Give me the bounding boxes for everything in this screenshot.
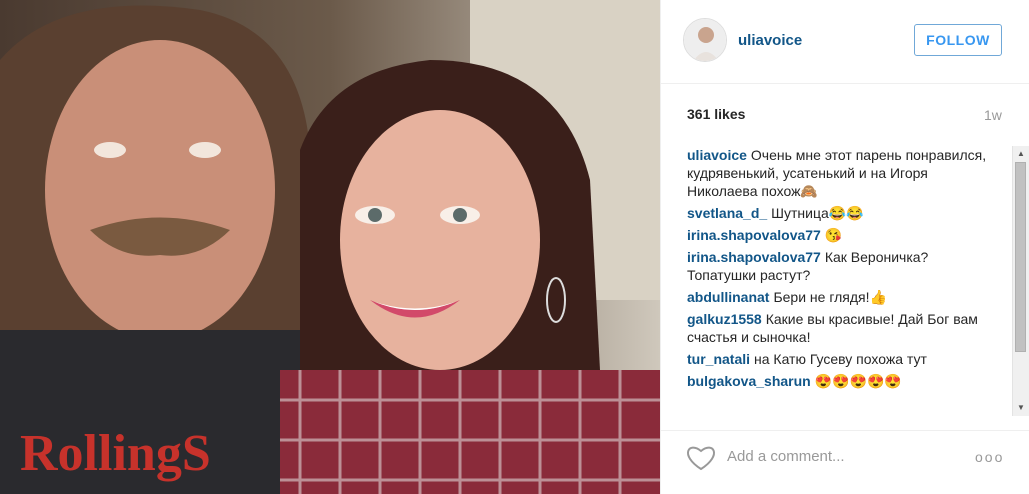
post-age[interactable]: 1w [984,107,1002,123]
scroll-up-icon[interactable]: ▲ [1013,146,1029,162]
comment-item: uliavoice Очень мне этот парень понравилс… [687,146,987,200]
scroll-down-icon[interactable]: ▼ [1013,400,1029,416]
avatar[interactable] [683,18,727,62]
comments-list[interactable]: uliavoice Очень мне этот парень понравилс… [687,146,987,416]
comment-text: Шутница😂😂 [771,205,864,221]
comment-item: galkuz1558 Какие вы красивые! Дай Бог вам… [687,310,987,346]
follow-button[interactable]: FOLLOW [914,24,1002,56]
comment-username[interactable]: irina.shapovalova77 [687,249,821,265]
selfie-image: RollingS [0,0,660,494]
comment-item: irina.shapovalova77 😘 [687,226,987,244]
username-link[interactable]: uliavoice [738,32,802,49]
comment-text: Бери не глядя!👍 [773,289,887,305]
likes-count[interactable]: 361 likes [687,106,745,122]
comment-text: 😘 [824,227,843,243]
comment-username[interactable]: irina.shapovalova77 [687,227,821,243]
comment-username[interactable]: uliavoice [687,147,747,163]
scrollbar-thumb[interactable] [1015,162,1026,352]
comment-username[interactable]: svetlana_d_ [687,205,767,221]
shirt-text: RollingS [20,425,211,482]
post-photo[interactable]: RollingS [0,0,660,494]
post-sidebar: uliavoice FOLLOW 361 likes 1w uliavoice О… [660,0,1029,494]
comment-text: 😍😍😍😍😍 [814,373,902,389]
comment-username[interactable]: bulgakova_sharun [687,373,811,389]
comment-item: svetlana_d_ Шутница😂😂 [687,204,987,222]
more-options-icon[interactable]: ooo [975,449,1004,465]
comment-item: tur_natali на Катю Гусеву похожа тут [687,350,987,368]
comment-text: на Катю Гусеву похожа тут [754,351,927,367]
comments-scrollbar[interactable]: ▲ ▼ [1012,146,1029,416]
comment-username[interactable]: galkuz1558 [687,311,762,327]
comment-item: bulgakova_sharun 😍😍😍😍😍 [687,372,987,390]
post-footer: Add a comment... ooo [661,430,1029,494]
comment-username[interactable]: tur_natali [687,351,750,367]
post-header: uliavoice FOLLOW [661,0,1029,84]
comment-item: abdullinanat Бери не глядя!👍 [687,288,987,306]
comment-username[interactable]: abdullinanat [687,289,769,305]
comment-item: irina.shapovalova77 Как Вероничка? Топату… [687,248,987,284]
comment-input[interactable]: Add a comment... [727,448,845,465]
heart-icon[interactable] [685,443,717,471]
